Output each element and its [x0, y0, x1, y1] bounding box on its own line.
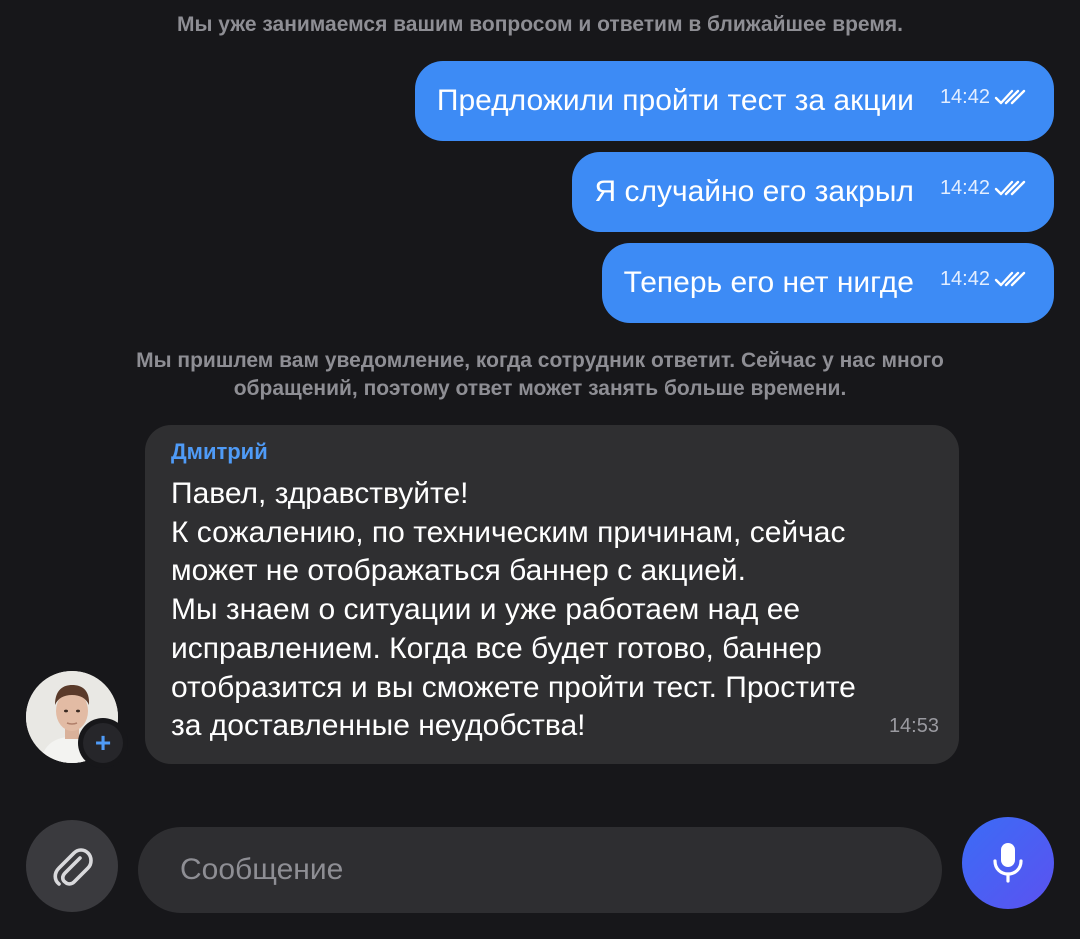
message-time: 14:42: [939, 267, 990, 290]
outgoing-message[interactable]: Я случайно его закрыл 14:42: [572, 152, 1054, 232]
message-text: Теперь его нет нигде: [623, 266, 914, 299]
chat-screen: Мы уже занимаемся вашим вопросом и ответ…: [0, 0, 1080, 939]
message-input[interactable]: [138, 827, 942, 913]
system-note-line: Мы пришлем вам уведомление, когда сотруд…: [136, 349, 944, 372]
system-note-queue: Мы уже занимаемся вашим вопросом и ответ…: [177, 13, 903, 36]
message-line: за доставленные неудобства!: [171, 709, 586, 743]
message-time: 14:53: [888, 715, 939, 737]
message-meta: 14:42: [940, 86, 1028, 109]
outgoing-message[interactable]: Теперь его нет нигде 14:42: [601, 243, 1054, 323]
message-line: Павел, здравствуйте!: [171, 477, 469, 510]
message-text: Павел, здравствуйте! К сожалению, по тех…: [171, 475, 933, 746]
paperclip-icon: [53, 848, 93, 886]
message-line: К сожалению, по техническим причинам, се…: [171, 515, 846, 549]
message-line: Мы знаем о ситуации и уже работаем над е…: [171, 593, 801, 627]
message-time: 14:42: [939, 85, 990, 108]
system-note-line: обращений, поэтому ответ может занять бо…: [233, 377, 847, 400]
double-check-icon: [994, 89, 1026, 105]
double-check-icon: [994, 271, 1026, 287]
microphone-icon: [993, 843, 1023, 883]
message-meta: 14:42: [940, 268, 1028, 291]
message-line: может не отображаться баннер с акцией.: [171, 554, 746, 588]
message-text: Я случайно его закрыл: [594, 175, 914, 208]
message-text: Предложили пройти тест за акции: [436, 84, 914, 117]
sender-name: Дмитрий: [171, 439, 268, 464]
mic-button[interactable]: [962, 817, 1054, 909]
message-meta: 14:42: [940, 177, 1028, 200]
outgoing-message[interactable]: Предложили пройти тест за акции 14:42: [414, 61, 1054, 141]
message-line: отобразится и вы сможете пройти тест. Пр…: [171, 670, 856, 704]
avatar-add-badge[interactable]: +: [78, 718, 128, 768]
message-line: исправлением. Когда все будет готово, ба…: [171, 631, 822, 665]
incoming-message[interactable]: Дмитрий Павел, здравствуйте! К сожалению…: [145, 425, 959, 764]
system-note-notify: Мы пришлем вам уведомление, когда сотруд…: [40, 347, 1040, 403]
attach-button[interactable]: [26, 820, 118, 912]
plus-icon: +: [83, 723, 123, 763]
double-check-icon: [994, 180, 1026, 196]
message-time: 14:42: [939, 176, 990, 199]
